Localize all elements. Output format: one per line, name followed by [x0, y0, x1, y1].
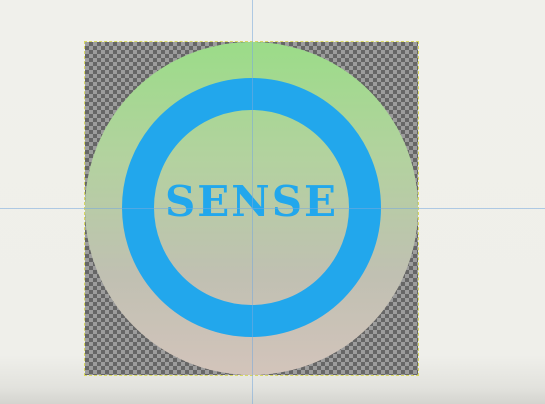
- vertical-guide[interactable]: [252, 0, 253, 404]
- horizontal-guide[interactable]: [0, 208, 545, 209]
- editor-workspace[interactable]: SENSE: [0, 0, 545, 404]
